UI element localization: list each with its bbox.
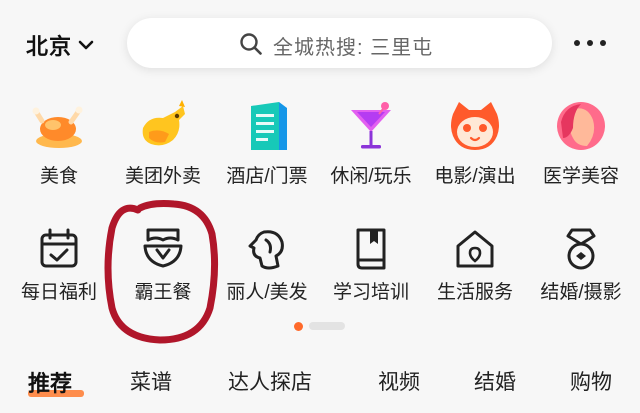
category-label: 医学美容 [542,166,619,187]
page-indicator [294,321,345,331]
category-label: 结婚/摄影 [540,282,622,303]
search-placeholder: 全城热搜: 三里屯 [273,37,434,59]
book-icon [356,228,386,270]
diamond-ring-icon [566,228,596,270]
calendar-check-icon [40,228,78,268]
woman-profile-icon [248,230,284,270]
roast-chicken-icon [32,106,83,148]
category-jiehun[interactable]: 结婚/摄影 [526,222,636,322]
tab-caipu[interactable]: 菜谱 [130,366,172,396]
chevron-down-icon [78,40,94,50]
house-pin-icon [456,230,494,268]
top-header: 北京 全城热搜: 三里屯 [0,0,640,86]
cat-face-icon [451,102,499,150]
category-movie[interactable]: 电影/演出 [420,98,530,198]
city-label: 北京 [26,34,73,59]
more-menu-button[interactable] [570,30,610,56]
category-xuexi[interactable]: 学习培训 [316,222,426,322]
kangaroo-icon [142,100,185,146]
search-icon [240,33,262,55]
category-shenghuo[interactable]: 生活服务 [420,222,530,322]
page-dot-active [294,321,303,331]
category-yixue[interactable]: 医学美容 [526,98,636,198]
tab-jiehun[interactable]: 结婚 [474,366,516,396]
dot-icon [587,40,593,46]
category-liren[interactable]: 丽人/美发 [212,222,322,322]
woman-face-icon [557,102,605,150]
tab-darentandian[interactable]: 达人探店 [228,366,312,396]
page-dot [309,322,345,330]
dot-icon [574,40,580,46]
feed-tabs: 推荐 菜谱 达人探店 视频 结婚 购物 [0,360,640,413]
tab-tuijian[interactable]: 推荐 [28,366,72,398]
category-row-secondary: 每日福利 霸王餐 丽人/美发 学习培训 生活服务 结婚/摄影 [0,222,640,322]
city-selector[interactable]: 北京 [26,30,94,60]
tab-shipin[interactable]: 视频 [378,366,420,396]
category-fuli[interactable]: 每日福利 [4,222,114,322]
category-row-primary: 美食 美团外卖 酒店/门票 休闲/玩乐 电影/演出 医学美容 [0,98,640,198]
category-bawangcan[interactable]: 霸王餐 [108,222,218,322]
cocktail-icon [351,102,391,149]
dot-icon [600,40,606,46]
hotel-building-icon [251,102,287,150]
crown-plate-icon [143,228,183,268]
tab-gouwu[interactable]: 购物 [570,366,612,396]
search-bar[interactable]: 全城热搜: 三里屯 [127,18,552,68]
